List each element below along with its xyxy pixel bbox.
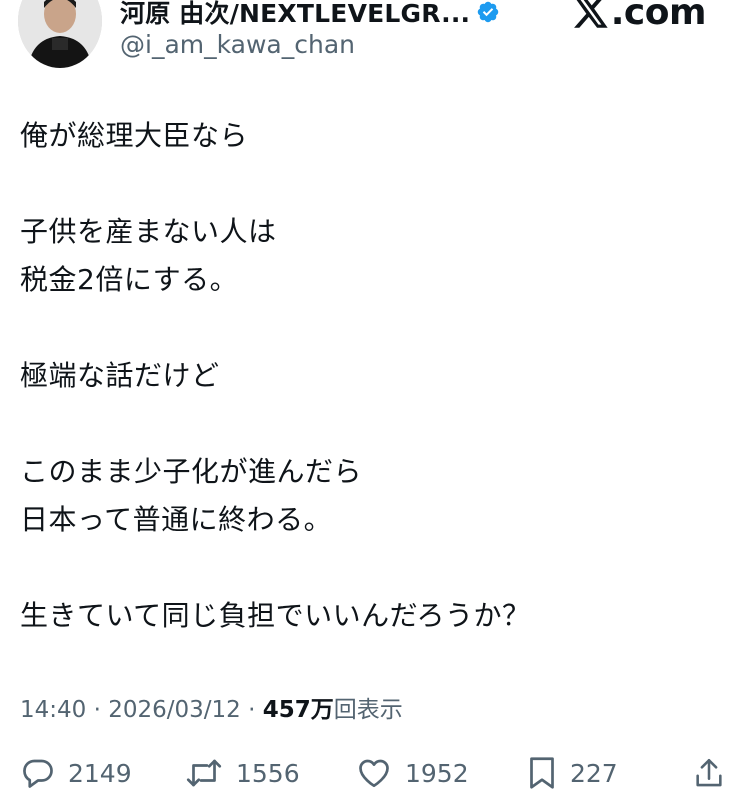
display-name-row: 河原 由次/NEXTLEVELGR... <box>120 0 500 30</box>
user-handle[interactable]: @i_am_kawa_chan <box>120 30 355 59</box>
views-label: 回表示 <box>333 697 403 723</box>
share-icon <box>696 758 722 787</box>
repost-count: 1556 <box>236 758 300 788</box>
tweet-line <box>20 400 730 448</box>
x-logo-icon <box>573 0 608 28</box>
share-button[interactable] <box>692 748 726 798</box>
repost-icon <box>186 759 222 787</box>
tweet-line <box>20 544 730 592</box>
site-label: .com <box>610 0 707 33</box>
tweet-line: このまま少子化が進んだら <box>20 455 363 488</box>
avatar[interactable] <box>18 0 102 68</box>
reply-count: 2149 <box>68 758 132 788</box>
tweet-meta: 14:40 · 2026/03/12 · 457万 回表示 <box>20 690 403 724</box>
reply-icon <box>23 759 53 788</box>
tweet-line: 生きていて同じ負担でいいんだろうか？ <box>20 599 531 632</box>
tweet-line: 極端な話だけど <box>20 359 220 392</box>
display-name[interactable]: 河原 由次/NEXTLEVELGR... <box>120 0 470 30</box>
bookmark-icon <box>530 757 554 789</box>
tweet-line: 日本って普通に終わる。 <box>20 503 333 536</box>
tweet-line <box>20 304 730 352</box>
verified-badge-icon <box>478 1 499 23</box>
reply-button[interactable]: 2149 <box>20 748 132 798</box>
tweet-line <box>20 160 730 208</box>
action-bar: 2149 1556 1952 227 <box>0 748 750 798</box>
meta-separator: · <box>86 697 109 723</box>
site-watermark: .com <box>573 0 707 33</box>
meta-separator: · <box>240 697 263 723</box>
like-count: 1952 <box>405 758 469 788</box>
views-count: 457万 <box>262 697 334 723</box>
tweet-line: 子供を産まない人は <box>20 215 277 248</box>
tweet-line: 税金2倍にする。 <box>20 263 239 296</box>
tweet-date[interactable]: 2026/03/12 <box>108 697 241 723</box>
tweet-line: 俺が総理大臣なら <box>20 119 249 152</box>
tweet-text: 俺が総理大臣なら 子供を産まない人は 税金2倍にする。 極端な話だけど このまま… <box>20 112 730 640</box>
bookmark-count: 227 <box>570 758 618 788</box>
repost-button[interactable]: 1556 <box>184 748 300 798</box>
like-icon <box>359 759 389 788</box>
like-button[interactable]: 1952 <box>355 748 469 798</box>
tweet-header: 河原 由次/NEXTLEVELGR... @i_am_kawa_chan .co… <box>0 0 750 80</box>
tweet-time[interactable]: 14:40 <box>20 697 86 723</box>
bookmark-button[interactable]: 227 <box>526 748 618 798</box>
